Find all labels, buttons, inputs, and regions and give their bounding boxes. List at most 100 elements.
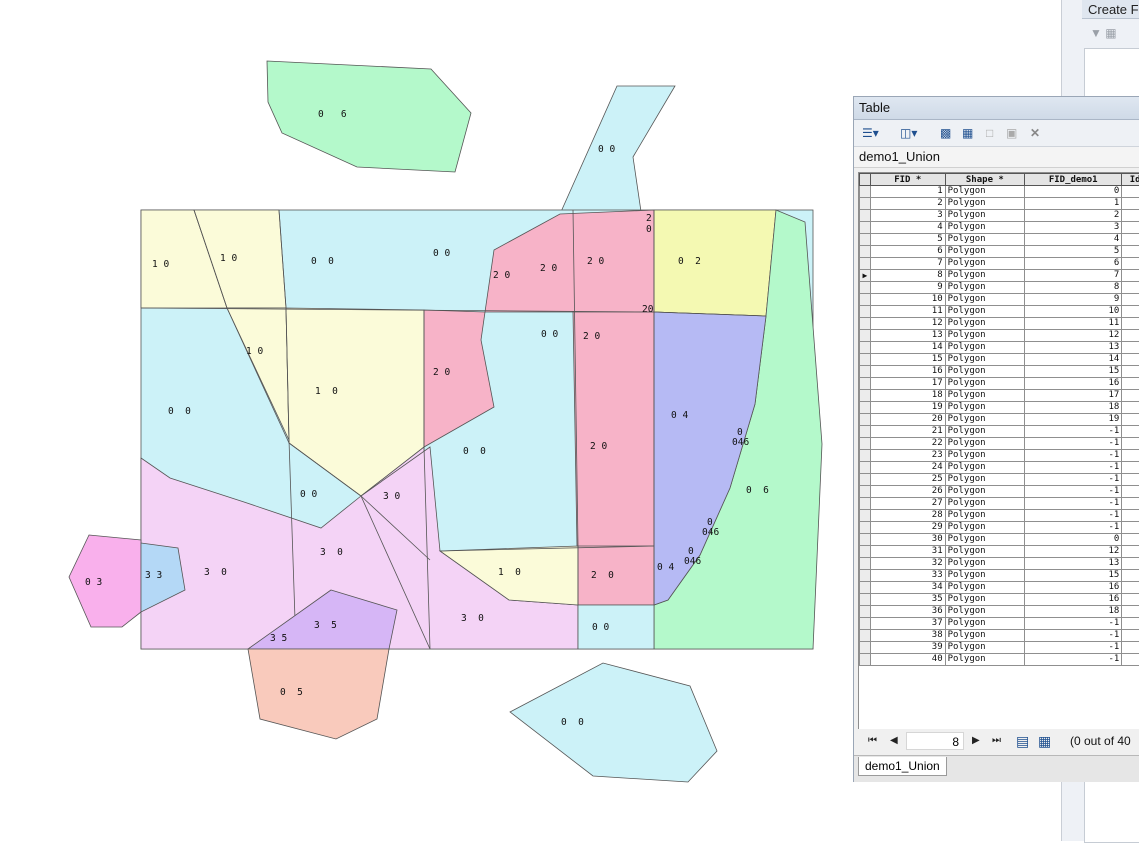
row-selector[interactable] <box>860 402 871 414</box>
row-selector[interactable] <box>860 582 871 594</box>
table-row[interactable]: 10Polygon9 <box>860 294 1139 306</box>
templates-icon[interactable]: ▦ <box>1105 26 1116 40</box>
table-row[interactable]: 35Polygon16 <box>860 594 1139 606</box>
row-selector[interactable] <box>860 618 871 630</box>
row-selector[interactable] <box>860 426 871 438</box>
table-row[interactable]: 12Polygon11 <box>860 318 1139 330</box>
table-row[interactable]: 23Polygon-1 <box>860 450 1139 462</box>
polygon-bottom-cyan-small[interactable] <box>578 605 654 649</box>
row-selector[interactable] <box>860 558 871 570</box>
row-selector[interactable] <box>860 462 871 474</box>
row-selector[interactable] <box>860 342 871 354</box>
filter-icon[interactable]: ▼ <box>1090 26 1102 40</box>
map-view[interactable]: 0 6 0 0 2 0 1 0 1 0 0 0 0 0 2 0 2 0 2 0 … <box>0 0 860 841</box>
clear-selection-icon[interactable]: □ <box>986 125 993 141</box>
table-row[interactable]: 19Polygon18 <box>860 402 1139 414</box>
table-row[interactable]: 29Polygon-1 <box>860 522 1139 534</box>
row-selector[interactable] <box>860 486 871 498</box>
polygon-salmon[interactable] <box>248 649 389 739</box>
table-row[interactable]: 20Polygon19 <box>860 414 1139 426</box>
previous-record-icon[interactable]: ◀ <box>890 729 898 753</box>
row-selector[interactable] <box>860 390 871 402</box>
table-row[interactable]: 26Polygon-1 <box>860 486 1139 498</box>
table-row[interactable]: 2Polygon1 <box>860 198 1139 210</box>
row-selector[interactable] <box>860 654 871 666</box>
polygon-top-green[interactable] <box>267 61 471 172</box>
table-row[interactable]: 11Polygon10 <box>860 306 1139 318</box>
row-selector[interactable] <box>860 366 871 378</box>
related-tables-icon[interactable]: ◫▾ <box>900 125 917 141</box>
table-row[interactable]: 39Polygon-1 <box>860 642 1139 654</box>
row-selector[interactable] <box>860 474 871 486</box>
row-selector[interactable] <box>860 630 871 642</box>
table-row[interactable]: 38Polygon-1 <box>860 630 1139 642</box>
table-row[interactable]: 15Polygon14 <box>860 354 1139 366</box>
column-header-fid-demo1[interactable]: FID_demo1 <box>1025 174 1122 186</box>
zoom-to-selected-icon[interactable]: ▣ <box>1006 125 1017 141</box>
row-selector[interactable] <box>860 606 871 618</box>
table-row[interactable]: 16Polygon15 <box>860 366 1139 378</box>
row-selector[interactable] <box>860 186 871 198</box>
row-selector[interactable] <box>860 210 871 222</box>
table-options-icon[interactable]: ☰▾ <box>862 125 879 141</box>
table-row[interactable]: 31Polygon12 <box>860 546 1139 558</box>
row-selector[interactable] <box>860 330 871 342</box>
table-row[interactable]: 1Polygon0 <box>860 186 1139 198</box>
row-selector[interactable] <box>860 414 871 426</box>
show-all-records-icon[interactable]: ▤ <box>1016 729 1029 753</box>
polygon-bottom-cyan[interactable] <box>510 663 717 782</box>
row-selector[interactable]: ▶ <box>860 270 871 282</box>
polygon-pink-bottom[interactable] <box>578 546 654 605</box>
table-row[interactable]: ▶8Polygon7 <box>860 270 1139 282</box>
row-selector[interactable] <box>860 546 871 558</box>
row-selector[interactable] <box>860 294 871 306</box>
row-selector[interactable] <box>860 282 871 294</box>
row-selector[interactable] <box>860 510 871 522</box>
column-header-id[interactable]: Id <box>1122 174 1139 186</box>
table-row[interactable]: 13Polygon12 <box>860 330 1139 342</box>
row-selector[interactable] <box>860 306 871 318</box>
table-row[interactable]: 14Polygon13 <box>860 342 1139 354</box>
row-selector[interactable] <box>860 318 871 330</box>
delete-selected-icon[interactable]: ✕ <box>1030 125 1040 141</box>
table-row[interactable]: 9Polygon8 <box>860 282 1139 294</box>
attribute-table-grid[interactable]: FID * Shape * FID_demo1 Id 1Polygon02Pol… <box>858 172 1139 734</box>
table-row[interactable]: 28Polygon-1 <box>860 510 1139 522</box>
table-row[interactable]: 33Polygon15 <box>860 570 1139 582</box>
row-selector-header[interactable] <box>860 174 871 186</box>
table-row[interactable]: 30Polygon0 <box>860 534 1139 546</box>
table-row[interactable]: 36Polygon18 <box>860 606 1139 618</box>
table-row[interactable]: 34Polygon16 <box>860 582 1139 594</box>
row-selector[interactable] <box>860 222 871 234</box>
table-row[interactable]: 32Polygon13 <box>860 558 1139 570</box>
table-row[interactable]: 4Polygon3 <box>860 222 1139 234</box>
tab-demo1-union[interactable]: demo1_Union <box>858 757 947 776</box>
row-selector[interactable] <box>860 498 871 510</box>
map-canvas[interactable]: 0 6 0 0 2 0 1 0 1 0 0 0 0 0 2 0 2 0 2 0 … <box>0 0 860 841</box>
first-record-icon[interactable]: ⏮ <box>868 729 877 753</box>
polygon-lime[interactable] <box>654 210 776 316</box>
current-record-input[interactable]: 8 <box>906 732 964 750</box>
next-record-icon[interactable]: ▶ <box>972 729 980 753</box>
last-record-icon[interactable]: ⏭ <box>992 729 1001 753</box>
row-selector[interactable] <box>860 354 871 366</box>
table-row[interactable]: 40Polygon-1 <box>860 654 1139 666</box>
table-row[interactable]: 17Polygon16 <box>860 378 1139 390</box>
table-row[interactable]: 18Polygon17 <box>860 390 1139 402</box>
row-selector[interactable] <box>860 534 871 546</box>
table-row[interactable]: 6Polygon5 <box>860 246 1139 258</box>
column-header-shape[interactable]: Shape * <box>945 174 1024 186</box>
table-row[interactable]: 27Polygon-1 <box>860 498 1139 510</box>
row-selector[interactable] <box>860 246 871 258</box>
table-row[interactable]: 37Polygon-1 <box>860 618 1139 630</box>
column-header-fid[interactable]: FID * <box>870 174 945 186</box>
row-selector[interactable] <box>860 594 871 606</box>
table-row[interactable]: 22Polygon-1 <box>860 438 1139 450</box>
row-selector[interactable] <box>860 570 871 582</box>
row-selector[interactable] <box>860 258 871 270</box>
row-selector[interactable] <box>860 642 871 654</box>
table-row[interactable]: 5Polygon4 <box>860 234 1139 246</box>
table-row[interactable]: 7Polygon6 <box>860 258 1139 270</box>
table-row[interactable]: 3Polygon2 <box>860 210 1139 222</box>
table-row[interactable]: 24Polygon-1 <box>860 462 1139 474</box>
